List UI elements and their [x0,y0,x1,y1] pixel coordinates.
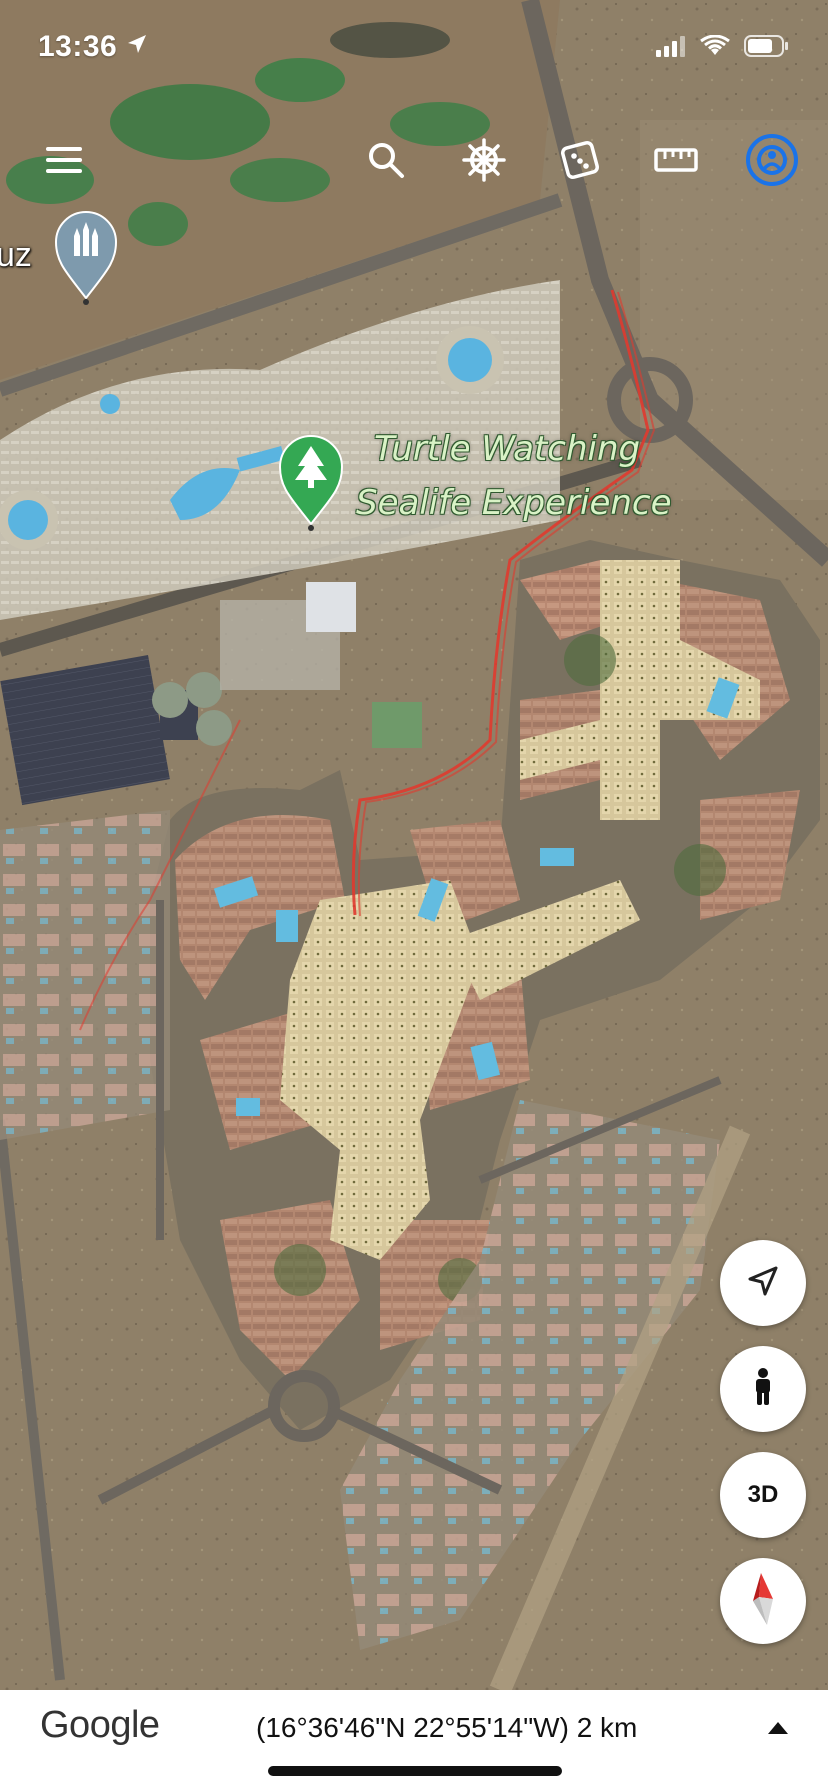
hamburger-menu-icon [44,145,84,180]
tree-pin-icon [278,435,344,536]
status-bar-time: 13:36 [38,30,149,64]
expand-info-button[interactable] [758,1712,798,1748]
ruler-icon [654,146,698,179]
toggle-3d-label: 3D [747,1481,779,1508]
navigation-arrow-icon [746,1264,780,1303]
google-logo: Google [40,1704,160,1746]
my-location-button[interactable] [720,1240,806,1326]
cellular-signal-icon [656,35,686,62]
search-button[interactable] [362,138,410,186]
wifi-icon [700,34,730,62]
satellite-map[interactable] [0,0,828,1690]
poi-label-line1[interactable]: Turtle Watching [374,426,640,472]
clock-text: 13:36 [38,30,118,63]
poi-label-line2[interactable]: Sealife Experience [356,480,672,526]
voyager-button[interactable] [460,137,508,187]
dice-icon [560,140,600,185]
toggle-3d-button[interactable]: 3D [720,1452,806,1538]
status-bar-indicators [656,34,790,63]
menu-button[interactable] [40,138,88,186]
location-arrow-icon [125,30,149,64]
street-view-button[interactable] [720,1346,806,1432]
ship-wheel-icon [462,137,506,187]
bottom-bar: Google (16°36'46"N 22°55'14"W) 2 km [0,1690,828,1792]
battery-icon [744,34,790,63]
temple-pin-icon [54,211,118,310]
place-pin[interactable] [54,210,118,306]
measure-button[interactable] [652,138,700,186]
search-icon [367,141,405,184]
satellite-imagery [0,0,828,1690]
poi-pin[interactable] [278,434,344,532]
home-indicator[interactable] [268,1766,562,1776]
feeling-lucky-button[interactable] [556,138,604,186]
partial-place-label: uz [0,236,32,274]
compass-button[interactable] [720,1558,806,1644]
compass-icon [743,1571,783,1632]
triangle-up-icon [767,1721,789,1740]
coordinates-scale: (16°36'46"N 22°55'14"W) 2 km [256,1712,638,1743]
account-button[interactable] [744,133,800,192]
pegman-icon [750,1367,776,1412]
account-icon [745,133,799,192]
